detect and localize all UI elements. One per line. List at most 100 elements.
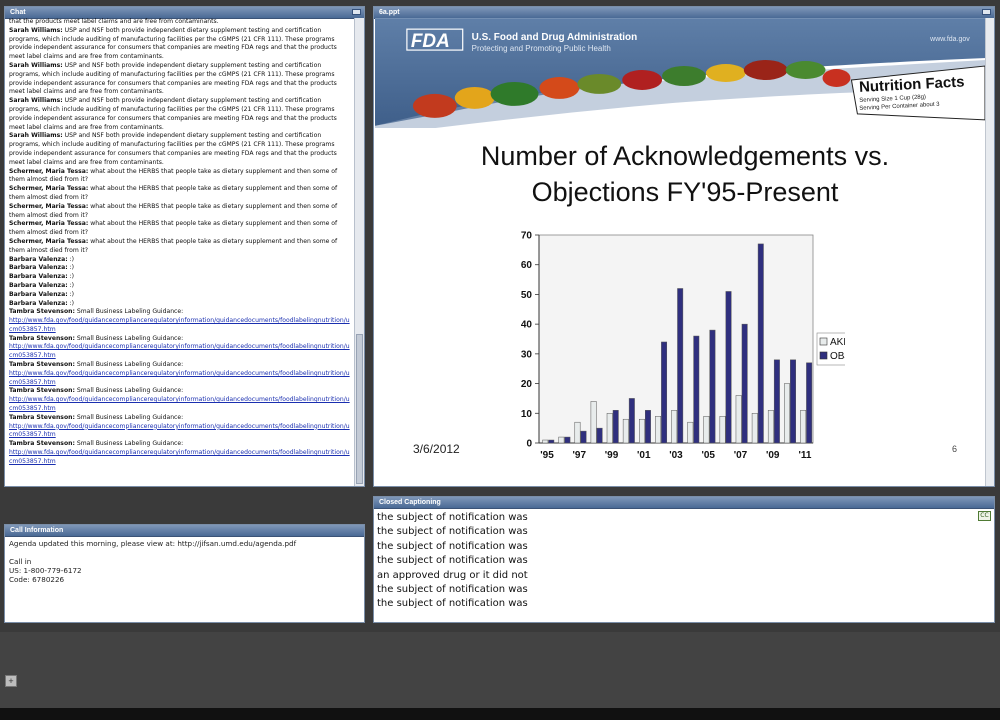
bar-akl [735,395,742,444]
chat-link[interactable]: http://www.fda.gov/food/guidancecomplian… [9,449,350,465]
caption-line: the subject of notification was [377,512,528,523]
x-tick-label: '11 [798,450,811,461]
chat-sender: Tambra Stevenson: [9,387,75,395]
legend-label-obj: OBJ [830,351,845,362]
x-tick-label: '03 [669,450,683,461]
chat-sender: Barbara Valenza: [9,290,68,298]
chat-message: Barbara Valenza: :) [9,300,352,309]
chat-message: Tambra Stevenson: Small Business Labelin… [9,414,352,440]
chat-message-text: :) [69,290,75,298]
bar-akl [622,418,629,444]
chat-message: Schermer, Maria Tessa: what about the HE… [9,238,352,256]
call-information-pod-title: Call Information [5,525,364,537]
chat-sender: Schermer, Maria Tessa: [9,220,89,228]
closed-captioning-title-text: Closed Captioning [379,499,441,506]
chat-message: Barbara Valenza: :) [9,282,352,291]
presentation-slide: Nutrition Facts Serving Size 1 Cup (28g)… [375,18,986,482]
y-tick-label: 10 [521,409,533,420]
bar-obj [548,439,555,444]
bar-obj [564,436,571,444]
chat-link[interactable]: http://www.fda.gov/food/guidancecomplian… [9,396,350,412]
chat-sender: Tambra Stevenson: [9,413,75,421]
caption-line: the subject of notification was [377,526,528,538]
chat-scrollbar[interactable] [354,18,364,486]
bar-obj [645,410,651,444]
chat-sender: Barbara Valenza: [9,299,68,307]
chat-title-text: Chat [10,9,26,16]
slides-scrollbar[interactable] [985,18,994,486]
x-tick-label: '07 [734,450,748,461]
fda-banner: Nutrition Facts Serving Size 1 Cup (28g)… [375,18,986,128]
y-tick-label: 0 [526,439,532,450]
bar-obj [693,335,700,444]
chat-message: Tambra Stevenson: Small Business Labelin… [9,440,352,466]
bar-akl [574,421,581,444]
chat-link[interactable]: http://www.fda.gov/food/guidancecomplian… [9,343,350,359]
chat-sender: Barbara Valenza: [9,281,68,289]
legend-label-akl: AKL [830,337,845,348]
add-pod-button[interactable]: + [5,675,17,687]
bar-akl [558,436,565,444]
chat-message-text: :) [69,273,75,281]
chat-message-text: Small Business Labeling Guidance: [76,413,184,421]
chat-sender: Sarah Williams: [9,97,63,105]
chat-message: Sarah Williams: USP and NSF both provide… [9,62,352,97]
chat-scrollbar-thumb[interactable] [356,334,363,484]
bar-obj [709,329,716,444]
fda-logo-text: FDA [411,31,450,52]
chat-message: Barbara Valenza: :) [9,256,352,265]
bar-akl [542,439,549,444]
y-tick-label: 70 [521,231,533,242]
chat-sender: Sarah Williams: [9,26,63,34]
agency-website: www.fda.gov [929,36,970,43]
chat-link[interactable]: http://www.fda.gov/food/guidancecomplian… [9,370,350,386]
bar-obj [677,288,684,444]
chat-message-text: :) [69,281,75,289]
chat-message: Schermer, Maria Tessa: what about the HE… [9,203,352,221]
chat-message: Tambra Stevenson: Small Business Labelin… [9,308,352,334]
y-tick-label: 40 [521,320,533,331]
chat-sender: Tambra Stevenson: [9,440,75,448]
bar-akl [767,410,774,444]
slides-options-button[interactable] [982,9,991,15]
caption-text-list: the subject of notification was the subje… [374,509,994,614]
bar-akl [784,383,790,444]
bar-akl [800,410,807,444]
chat-message-text: :) [69,255,75,263]
call-information-title-text: Call Information [10,527,64,534]
chat-pod: Chat that the products meet label claims… [4,6,365,487]
closed-captioning-pod-title: Closed Captioning [374,497,994,509]
chat-link[interactable]: http://www.fda.gov/food/guidancecomplian… [9,423,350,439]
x-tick-label: '09 [766,450,780,461]
closed-captioning-pod: Closed Captioning the subject of notific… [373,496,995,623]
chat-link[interactable]: http://www.fda.gov/food/guidancecomplian… [9,317,350,333]
chat-sender: Barbara Valenza: [9,273,68,281]
bar-obj [741,323,748,444]
chat-message-text: Small Business Labeling Guidance: [76,334,184,342]
call-information-text: Agenda updated this morning, please view… [9,539,297,584]
bar-akl [655,416,662,444]
chat-sender: Schermer, Maria Tessa: [9,185,89,193]
chat-message: Schermer, Maria Tessa: what about the HE… [9,185,352,203]
bar-akl [590,401,597,444]
chat-sender: Sarah Williams: [9,61,63,69]
chat-sender: Schermer, Maria Tessa: [9,167,89,175]
chat-message: Barbara Valenza: :) [9,264,352,273]
chat-message: Tambra Stevenson: Small Business Labelin… [9,335,352,361]
chat-options-button[interactable] [352,9,361,15]
chat-message: Schermer, Maria Tessa: what about the HE… [9,220,352,238]
bottom-toolbar [0,632,1000,720]
bar-obj [806,362,813,444]
chat-message-list: that the products meet label claims and … [5,18,354,486]
x-tick-label: '99 [605,450,619,461]
x-tick-label: '01 [637,450,651,461]
cc-icon[interactable]: CC [978,511,991,521]
chat-message: Barbara Valenza: :) [9,291,352,300]
legend-swatch-akl [819,337,828,346]
chat-message-text: :) [69,299,75,307]
chat-message-text: Small Business Labeling Guidance: [76,440,184,448]
bottom-edge [0,708,1000,720]
y-tick-label: 50 [521,290,533,301]
bar-obj [596,427,603,444]
caption-line: an approved drug or it did not [377,569,528,581]
